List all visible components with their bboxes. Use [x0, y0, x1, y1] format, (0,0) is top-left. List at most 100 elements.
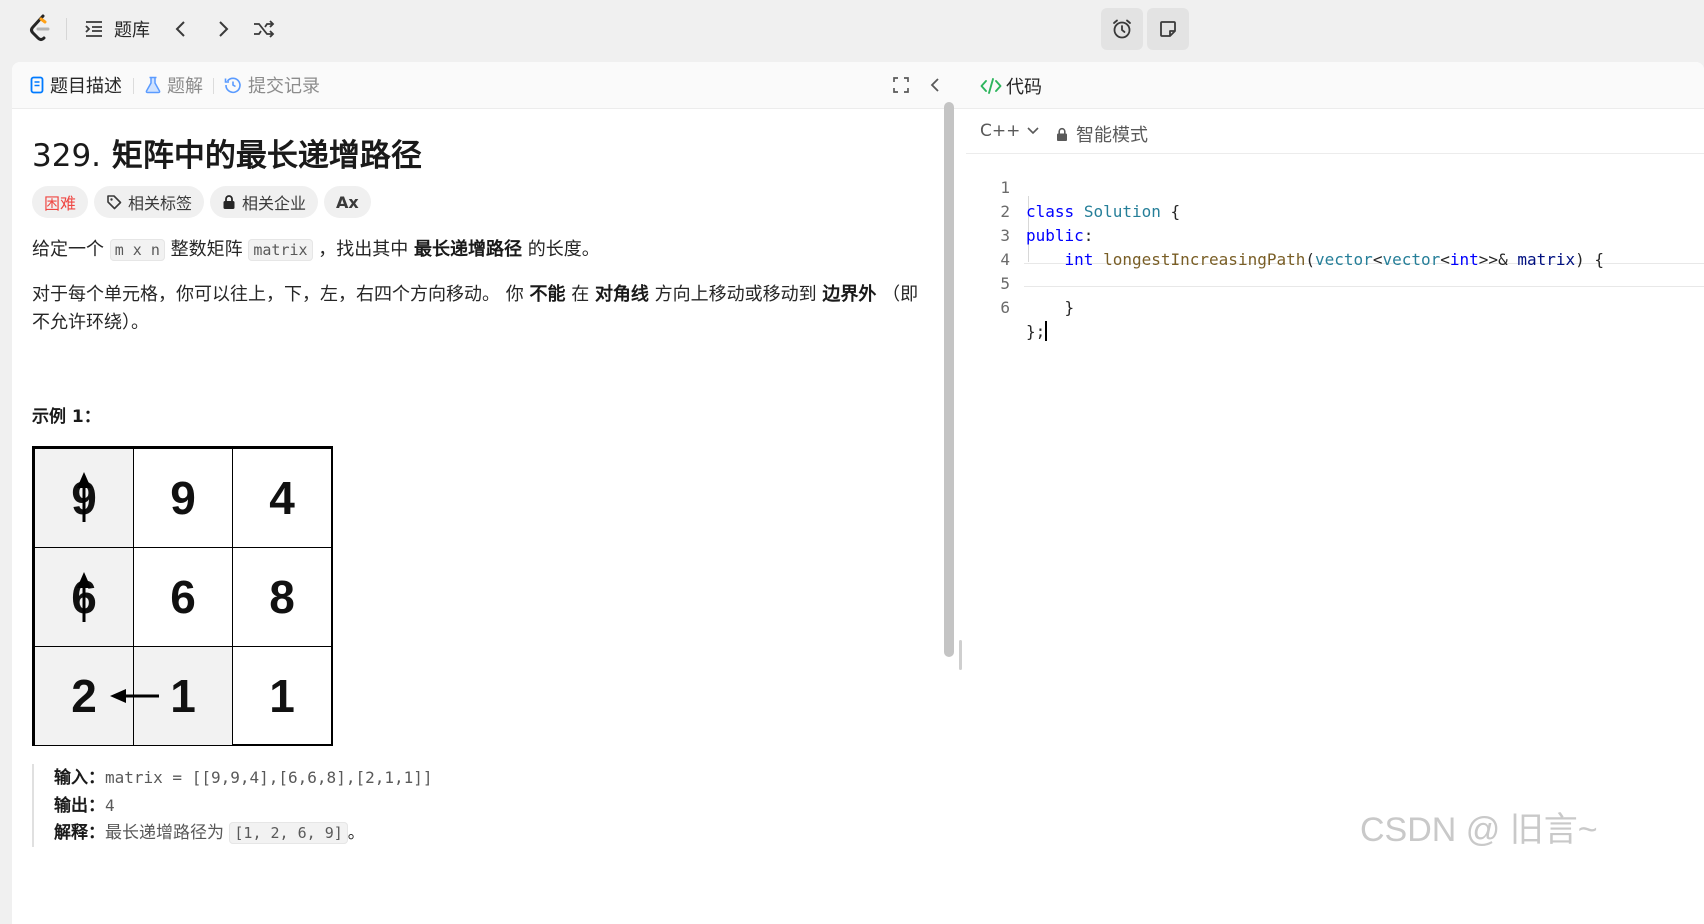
collapse-panel-button[interactable] — [928, 72, 948, 98]
desc-bold: 不能 — [529, 284, 566, 305]
problem-tabbar: 题目描述 题解 提交记录 — [12, 62, 1038, 109]
chevron-left-icon — [930, 78, 939, 92]
smart-mode-toggle[interactable]: 智能模式 — [1056, 121, 1148, 147]
topbar-divider — [66, 18, 67, 40]
problem-bank-button[interactable]: 题库 — [84, 16, 150, 42]
history-icon — [224, 77, 241, 94]
desc-bold: 对角线 — [594, 284, 649, 305]
related-tags-button[interactable]: 相关标签 — [94, 186, 205, 218]
tab-description[interactable]: 题目描述 — [30, 72, 122, 98]
explain-text: 最长递增路径为 — [105, 823, 224, 843]
code-line: 2 public: — [966, 176, 1704, 245]
lock-icon — [1057, 127, 1067, 141]
difficulty-label: 困难 — [44, 194, 77, 213]
fullscreen-button[interactable] — [892, 72, 916, 98]
output-value: 4 — [105, 796, 115, 815]
code-line: 6 }; — [966, 272, 1704, 341]
example-title: 示例 1： — [32, 407, 101, 427]
code-text: } — [1026, 298, 1075, 317]
document-icon — [30, 76, 44, 94]
inline-code: [1, 2, 6, 9] — [229, 822, 348, 844]
chevron-right-icon — [219, 21, 229, 37]
example-io-block: 输入：matrix = [[9,9,4],[6,6,8],[2,1,1]] 输出… — [32, 764, 433, 847]
desc-text: 整数矩阵 — [170, 239, 243, 260]
editor-toolbar: C++ 智能模式 — [966, 110, 1704, 154]
shuffle-icon — [254, 20, 275, 38]
input-label: 输入： — [54, 768, 105, 788]
alarm-clock-icon — [1113, 19, 1131, 39]
tab-solutions[interactable]: 题解 — [145, 72, 203, 98]
code-tabbar: 代码 — [966, 62, 1704, 109]
inline-code: matrix — [248, 239, 313, 261]
translate-button[interactable]: Ax — [324, 186, 371, 218]
description-paragraph-2: 对于每个单元格，你可以往上，下，左，右四个方向移动。 你 不能 在 对角线 方向… — [32, 281, 932, 337]
tab-submissions-label: 提交记录 — [248, 76, 320, 97]
example-input: 输入：matrix = [[9,9,4],[6,6,8],[2,1,1]] — [54, 764, 433, 792]
input-value: matrix = [[9,9,4],[6,6,8],[2,1,1]] — [105, 768, 433, 787]
tab-divider — [213, 78, 214, 94]
code-icon — [980, 78, 1002, 94]
line-number: 6 — [1000, 298, 1010, 317]
desc-bold: 边界外 — [822, 284, 877, 305]
code-line: 1 class Solution { — [966, 152, 1704, 221]
output-label: 输出： — [54, 796, 105, 816]
list-icon — [85, 21, 102, 37]
description-scrollbar[interactable] — [944, 102, 954, 657]
chevron-left-icon — [175, 21, 185, 37]
path-arrows — [77, 472, 159, 703]
explain-text: 。 — [347, 823, 365, 843]
flask-icon — [145, 76, 161, 94]
problem-title-text: 矩阵中的最长递增路径 — [111, 138, 422, 174]
related-tags-label: 相关标签 — [128, 194, 193, 213]
code-line: 3 int longestIncreasingPath(vector<vecto… — [966, 200, 1704, 269]
desc-text: 对于每个单元格，你可以往上，下，左，右四个方向移动。 你 — [32, 284, 524, 305]
inline-code: m x n — [109, 239, 165, 261]
top-bar: 题库 — [0, 0, 1704, 58]
timer-button[interactable] — [1101, 8, 1143, 50]
translate-icon: Ax — [336, 192, 359, 212]
desc-text: ，找出其中 — [318, 239, 409, 260]
desc-text: 在 — [571, 284, 590, 305]
code-panel: 代码 C++ 智能模式 1 class Solution { 2 public:… — [966, 62, 1704, 924]
tab-code-label: 代码 — [1006, 77, 1042, 98]
prev-problem-button[interactable] — [172, 16, 190, 42]
code-editor[interactable]: 1 class Solution { 2 public: 3 int longe… — [966, 152, 1704, 341]
example-output: 输出：4 — [54, 792, 433, 820]
notes-button[interactable] — [1147, 8, 1189, 50]
tab-divider — [133, 78, 134, 94]
leetcode-logo[interactable] — [26, 13, 54, 43]
related-companies-label: 相关企业 — [242, 194, 307, 213]
tab-submissions[interactable]: 提交记录 — [224, 72, 320, 98]
code-text: }; — [1026, 321, 1048, 341]
problem-bank-label: 题库 — [114, 20, 150, 41]
csdn-watermark: CSDN @ 旧言~ — [1360, 811, 1598, 849]
tab-solutions-label: 题解 — [167, 76, 203, 97]
problem-title: 329. 矩阵中的最长递增路径 — [32, 130, 422, 175]
desc-text: 的长度。 — [527, 239, 600, 260]
tab-description-label: 题目描述 — [50, 76, 122, 97]
next-problem-button[interactable] — [214, 16, 232, 42]
chevron-down-icon — [1027, 127, 1039, 135]
desc-bold: 最长递增路径 — [414, 239, 523, 260]
related-companies-button[interactable]: 相关企业 — [210, 186, 319, 218]
problem-chips: 困难 相关标签 相关企业 Ax — [32, 186, 377, 220]
language-label: C++ — [980, 121, 1021, 141]
smart-mode-label: 智能模式 — [1076, 125, 1148, 146]
lock-icon — [223, 195, 235, 209]
tab-code[interactable]: 代码 — [980, 73, 1042, 99]
example-explanation: 解释：最长递增路径为 [1, 2, 6, 9]。 — [54, 820, 433, 847]
code-line: 4 — [966, 224, 1704, 269]
random-problem-button[interactable] — [252, 16, 276, 42]
difficulty-badge: 困难 — [32, 186, 89, 218]
problem-number: 329. — [32, 138, 102, 174]
language-select[interactable]: C++ — [980, 121, 1040, 141]
panel-resize-handle[interactable] — [959, 640, 962, 670]
desc-text: 方向上移动或移动到 — [654, 284, 817, 305]
example-matrix-image: 9 9 4 6 6 8 2 1 1 — [32, 446, 333, 746]
expand-icon — [893, 77, 909, 93]
note-icon — [1160, 21, 1176, 37]
explain-label: 解释： — [54, 823, 105, 843]
desc-text: 给定一个 — [32, 239, 104, 260]
tag-icon — [107, 195, 122, 210]
desc-text: 环绕）。 — [86, 312, 149, 333]
